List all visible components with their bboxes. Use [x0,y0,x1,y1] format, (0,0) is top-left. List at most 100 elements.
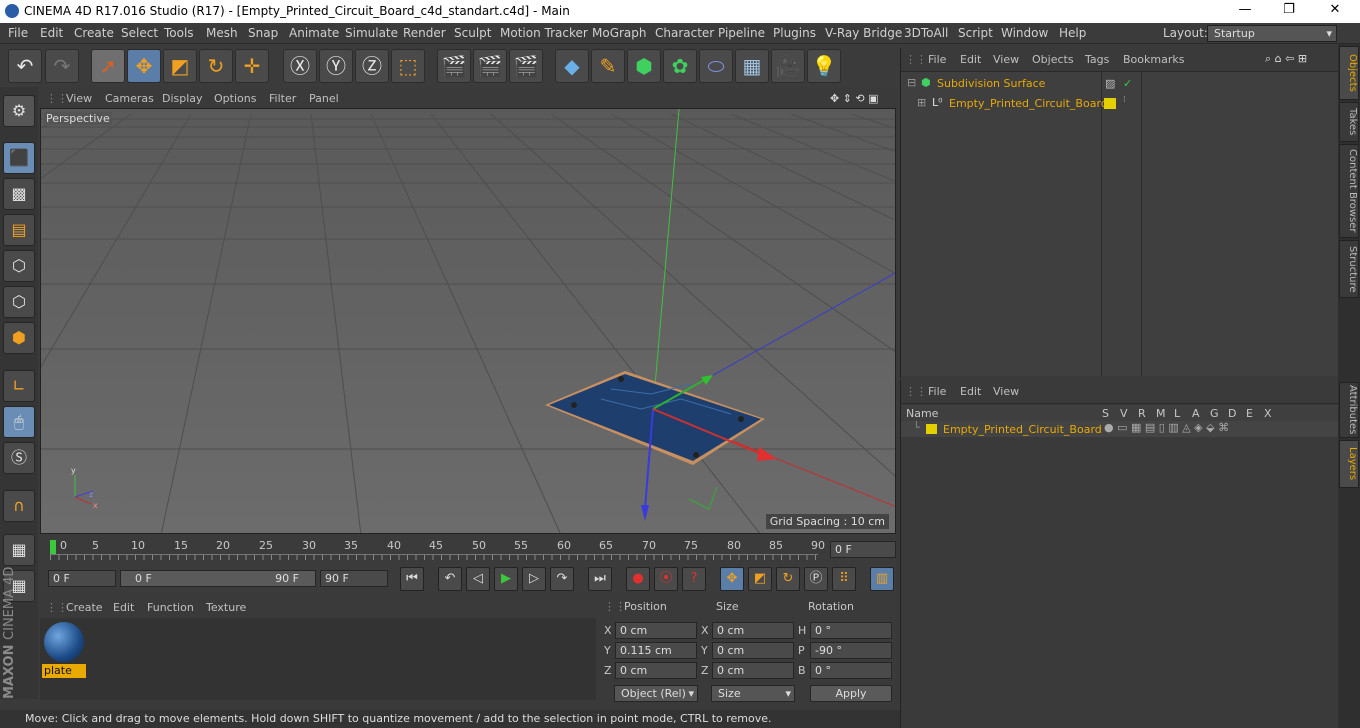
objects-menu-bookmarks[interactable]: Bookmarks [1123,53,1184,66]
add-floor-button[interactable]: ▦ [735,49,769,83]
add-cube-button[interactable]: ◆ [555,49,589,83]
objects-menu-objects[interactable]: Objects [1032,53,1074,66]
viewport-menu-cameras[interactable]: Cameras [105,92,154,105]
object-row-subdivision[interactable]: ⊟ ⬢ Subdivision Surface ▨ ✓ [901,74,1339,92]
key-position-button[interactable]: ✥ [720,567,744,591]
x-axis-button[interactable]: Ⓧ [283,49,317,83]
objects-menu-tags[interactable]: Tags [1085,53,1109,66]
objects-menu-edit[interactable]: Edit [960,53,981,66]
menu-pipeline[interactable]: Pipeline [718,26,765,40]
key-rotation-button[interactable]: ↻ [776,567,800,591]
objects-menu-view[interactable]: View [993,53,1019,66]
layer-flag-icons[interactable]: ● ▭ ▦ ▤ ▯ ▥ ◬ ◈ ⬙ ⌘ [1104,421,1229,434]
layers-menu-view[interactable]: View [993,385,1019,398]
column-xrefs[interactable]: X [1264,407,1272,420]
viewport-menu-display[interactable]: Display [162,92,203,105]
render-settings-button[interactable]: 🎬 [509,49,543,83]
timeline-window-button[interactable]: ▥ [870,567,894,591]
y-axis-button[interactable]: Ⓨ [319,49,353,83]
z-axis-button[interactable]: Ⓩ [355,49,389,83]
next-frame-button[interactable]: ▷ [522,567,546,591]
autokeying-button[interactable]: ⦿ [654,567,678,591]
material-menu-function[interactable]: Function [147,601,194,614]
record-keys-button[interactable]: ● [626,567,650,591]
size-z-field[interactable]: 0 cm [712,662,794,679]
column-locked[interactable]: L [1174,407,1180,420]
add-nurbs-button[interactable]: ⬢ [627,49,661,83]
column-manager[interactable]: M [1156,407,1166,420]
close-button[interactable]: ✕ [1326,2,1344,20]
rotation-b-field[interactable]: 0 ° [810,662,892,679]
previous-frame-button[interactable]: ◁ [466,567,490,591]
tab-takes[interactable]: Takes [1339,102,1359,142]
points-mode-button[interactable]: ⬡ [3,250,35,282]
menu-character[interactable]: Character [655,26,714,40]
rotation-h-field[interactable]: 0 ° [810,622,892,639]
current-frame-field[interactable]: 0 F [830,541,896,558]
layer-color-swatch[interactable] [1104,98,1116,109]
visibility-dots-icon[interactable]: ⁞ [1123,95,1126,105]
tab-layers[interactable]: Layers [1339,440,1359,488]
model-mode-button[interactable]: ⬛ [3,142,35,174]
viewport-menu-options[interactable]: Options [214,92,256,105]
live-selection-button[interactable]: ➚ [91,49,125,83]
make-editable-button[interactable]: ⚙ [3,95,35,127]
add-light-button[interactable]: 💡 [807,49,841,83]
layer-color-swatch[interactable] [926,424,937,434]
polygons-mode-button[interactable]: ⬢ [3,322,35,354]
workplane-lock-button[interactable]: ▦ [3,534,35,566]
menu-3dtoall[interactable]: 3DToAll [904,26,948,40]
column-view[interactable]: V [1120,407,1128,420]
add-spline-button[interactable]: ✎ [591,49,625,83]
start-frame-field[interactable]: 0 F [48,570,116,587]
object-row-circuit-board[interactable]: ⊞ L⁰ Empty_Printed_Circuit_Board ⁞ [901,94,1339,112]
next-key-button[interactable]: ↷ [550,567,574,591]
layer-row[interactable]: └ Empty_Printed_Circuit_Board ● ▭ ▦ ▤ ▯ … [901,421,1339,437]
perspective-viewport[interactable]: y z x Perspective Grid Spacing : 10 cm [40,108,896,534]
add-deformer-button[interactable]: ⬭ [699,49,733,83]
circuit-board-model[interactable] [545,371,765,465]
layers-menu-edit[interactable]: Edit [960,385,981,398]
rotate-tool-button[interactable]: ↻ [199,49,233,83]
render-view-button[interactable]: 🎬 [437,49,471,83]
visibility-toggle-icon[interactable]: ▨ [1105,77,1115,90]
end-frame-field[interactable]: 90 F [320,570,388,587]
minimize-button[interactable]: — [1236,2,1254,20]
objects-menu-file[interactable]: File [928,53,946,66]
key-parameter-button[interactable]: Ⓟ [804,567,828,591]
objects-nav-icons[interactable]: ⌕ ⌂ ⇦ ⊞ [1265,52,1307,66]
play-button[interactable]: ▶ [494,567,518,591]
menu-select[interactable]: Select [121,26,158,40]
menu-file[interactable]: File [8,26,28,40]
menu-render[interactable]: Render [403,26,446,40]
scale-tool-button[interactable]: ◩ [163,49,197,83]
coordinate-mode-select[interactable]: Object (Rel) ▾ [614,685,698,702]
viewport-menu-view[interactable]: View [66,92,92,105]
menu-tools[interactable]: Tools [164,26,194,40]
material-swatch[interactable]: plate [42,620,86,678]
rotation-p-field[interactable]: -90 ° [810,642,892,659]
position-x-field[interactable]: 0 cm [615,622,697,639]
menu-sculpt[interactable]: Sculpt [454,26,491,40]
size-y-field[interactable]: 0 cm [712,642,794,659]
menu-vray-bridge[interactable]: V-Ray Bridge [825,26,902,40]
menu-simulate[interactable]: Simulate [345,26,398,40]
layout-select[interactable]: Startup ▾ [1207,25,1337,42]
layers-menu-file[interactable]: File [928,385,946,398]
menu-plugins[interactable]: Plugins [773,26,816,40]
menu-edit[interactable]: Edit [40,26,63,40]
go-to-start-button[interactable]: ⏮ [400,567,424,591]
menu-motion-tracker[interactable]: Motion Tracker [500,26,588,40]
menu-window[interactable]: Window [1001,26,1048,40]
add-array-button[interactable]: ✿ [663,49,697,83]
maximize-button[interactable]: ❐ [1280,2,1298,20]
size-mode-select[interactable]: Size ▾ [711,685,795,702]
solo-mode-button[interactable]: Ⓢ [3,442,35,474]
tab-content-browser[interactable]: Content Browser [1339,144,1359,238]
viewport-menu-filter[interactable]: Filter [269,92,296,105]
previous-key-button[interactable]: ↶ [438,567,462,591]
axis-mode-button[interactable]: ∟ [3,370,35,402]
enabled-check-icon[interactable]: ✓ [1123,77,1132,90]
move-handle-z-arrow[interactable] [641,505,649,521]
go-to-end-button[interactable]: ⏭ [588,567,612,591]
